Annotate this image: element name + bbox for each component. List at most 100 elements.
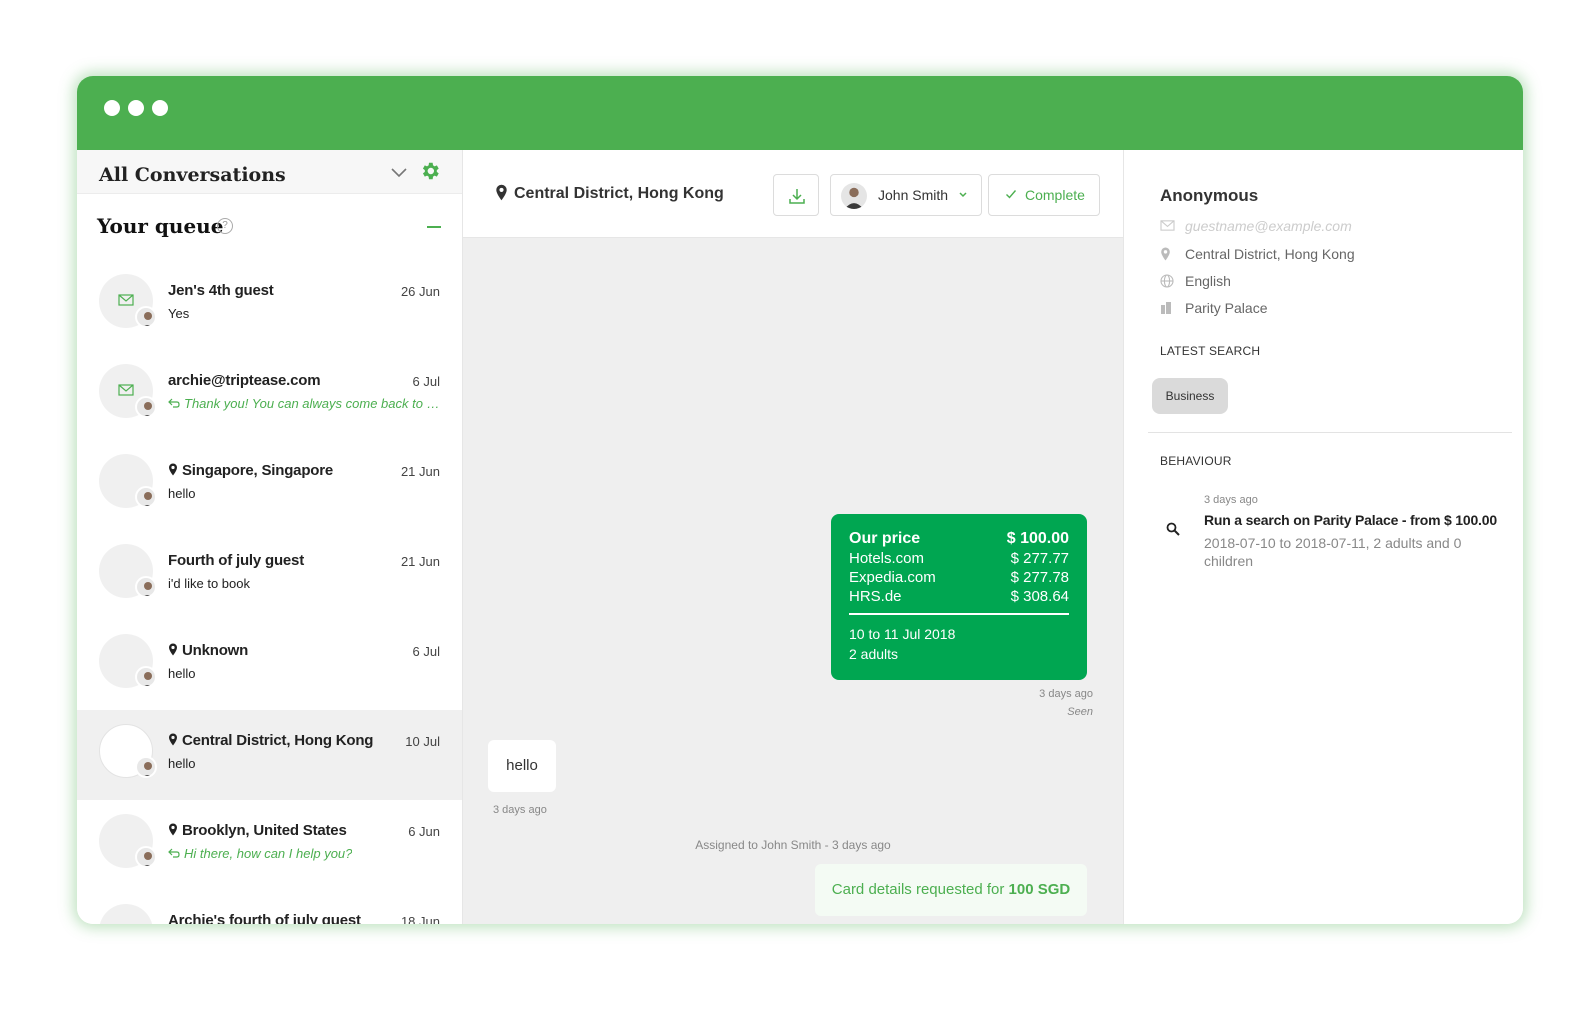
conversation-preview-text: Thank you! You can always come back to o…	[184, 396, 440, 411]
help-icon[interactable]: ?	[217, 218, 233, 234]
collapse-minus-icon[interactable]	[427, 226, 441, 228]
agent-avatar	[135, 756, 157, 778]
card-request-message: Card details requested for 100 SGD	[815, 864, 1087, 916]
agent-avatar	[135, 666, 157, 688]
conversations-filter-title[interactable]: All Conversations	[99, 164, 286, 186]
conversation-item[interactable]: Fourth of july guest 21 Jun i'd like to …	[77, 530, 462, 620]
conversation-item[interactable]: Unknown 6 Jul hello	[77, 620, 462, 710]
conversation-item[interactable]: Singapore, Singapore 21 Jun hello	[77, 440, 462, 530]
queue-title: Your queue	[97, 214, 224, 238]
chevron-down-icon	[959, 192, 967, 198]
pin-icon	[169, 463, 177, 476]
stay-guests: 2 adults	[849, 646, 899, 662]
conversation-date: 10 Jul	[405, 734, 440, 749]
outgoing-message-time: 3 days ago	[1039, 688, 1093, 700]
conversation-date: 6 Jul	[412, 374, 440, 389]
app-window: All Conversations Your queue ? Jen's 4th…	[77, 76, 1523, 924]
conversation-preview: hello	[168, 486, 196, 501]
guest-hotel-text: Parity Palace	[1185, 300, 1268, 316]
agent-avatar	[841, 183, 867, 209]
conversation-date: 6 Jun	[408, 824, 440, 839]
conversation-name: Unknown	[168, 642, 248, 659]
search-icon	[1166, 522, 1180, 536]
incoming-message-time: 3 days ago	[493, 804, 547, 816]
conversation-preview: hello	[168, 756, 196, 771]
download-icon	[789, 189, 805, 204]
price-value: $ 308.64	[1010, 588, 1069, 605]
conversation-name-text: Central District, Hong Kong	[182, 732, 374, 749]
price-label: Hotels.com	[849, 550, 925, 567]
conversation-list: Jen's 4th guest 26 Jun Yes archie@tripte…	[77, 260, 462, 924]
price-comparison-card: Our price $ 100.00 Hotels.com $ 277.77 Exp…	[831, 514, 1087, 680]
guest-name: Anonymous	[1160, 186, 1259, 205]
agent-avatar	[135, 306, 157, 328]
conversation-name: Singapore, Singapore	[168, 462, 333, 479]
download-button[interactable]	[773, 174, 819, 216]
conversation-item[interactable]: Archie's fourth of july guest 18 Jun	[77, 890, 462, 924]
agent-avatar	[135, 576, 157, 598]
conversation-item[interactable]: Jen's 4th guest 26 Jun Yes	[77, 260, 462, 350]
price-row: HRS.de $ 308.64	[849, 588, 1069, 605]
stay-dates: 10 to 11 Jul 2018	[849, 626, 956, 642]
conversation-date: 18 Jun	[400, 914, 440, 924]
search-tag-chip[interactable]: Business	[1152, 378, 1228, 414]
price-row: Our price $ 100.00	[849, 530, 1069, 548]
conversation-name-text: Singapore, Singapore	[182, 462, 334, 479]
conversation-item-active[interactable]: Central District, Hong Kong 10 Jul hello	[77, 710, 462, 800]
pin-icon	[1161, 247, 1170, 261]
conversation-preview: Hi there, how can I help you?	[168, 846, 352, 861]
behaviour-label: BEHAVIOUR	[1160, 454, 1232, 468]
mail-icon	[1160, 220, 1175, 231]
conversation-name: Central District, Hong Kong	[168, 732, 373, 749]
price-row: Expedia.com $ 277.78	[849, 569, 1069, 586]
conversation-preview: Yes	[168, 306, 190, 321]
card-request-amount: 100 SGD	[1008, 881, 1071, 898]
guest-details-panel: Anonymous guestname@example.com Central …	[1123, 150, 1523, 924]
price-label: Our price	[849, 530, 921, 547]
conversation-date: 26 Jun	[400, 284, 440, 299]
pin-icon	[169, 823, 177, 836]
card-request-text: Card details requested for	[831, 881, 1009, 898]
pin-icon	[169, 643, 177, 656]
conversation-name: Jen's 4th guest	[168, 282, 274, 299]
conversation-preview-text: Hi there, how can I help you?	[184, 846, 353, 861]
window-dot-close[interactable]	[104, 100, 120, 116]
seen-status: Seen	[1067, 706, 1093, 718]
title-bar	[77, 76, 1523, 150]
price-value: $ 277.78	[1010, 569, 1069, 586]
agent-name: John Smith	[878, 187, 949, 203]
assignment-event: Assigned to John Smith - 3 days ago	[695, 838, 891, 852]
guest-email-placeholder: guestname@example.com	[1185, 218, 1352, 234]
conversation-date: 21 Jun	[400, 554, 440, 569]
complete-button[interactable]: Complete	[988, 174, 1100, 216]
window-dot-maximize[interactable]	[152, 100, 168, 116]
conversation-item[interactable]: archie@triptease.com 6 Jul Thank you! Yo…	[77, 350, 462, 440]
chevron-down-icon[interactable]	[389, 162, 409, 182]
guest-location-text: Central District, Hong Kong	[1185, 246, 1355, 262]
conversation-preview: i'd like to book	[168, 576, 250, 591]
window-dot-minimize[interactable]	[128, 100, 144, 116]
reply-icon	[168, 848, 180, 858]
chat-location-text: Central District, Hong Kong	[514, 185, 724, 202]
conversation-name: Brooklyn, United States	[168, 822, 347, 839]
gear-icon[interactable]	[419, 160, 441, 182]
conversation-name-text: Unknown	[182, 642, 249, 659]
agent-avatar	[135, 846, 157, 868]
assign-agent-dropdown[interactable]: John Smith	[830, 174, 982, 216]
conversation-date: 6 Jul	[412, 644, 440, 659]
behaviour-description: 2018-07-10 to 2018-07-11, 2 adults and 0…	[1204, 535, 1462, 569]
price-value: $ 277.77	[1010, 550, 1069, 567]
mail-icon	[118, 294, 134, 306]
conversation-item[interactable]: Brooklyn, United States 6 Jun Hi there, …	[77, 800, 462, 890]
divider	[1148, 432, 1512, 433]
guest-avatar	[99, 904, 153, 924]
conversation-name: Fourth of july guest	[168, 552, 304, 569]
price-label: Expedia.com	[849, 569, 936, 586]
price-row: Hotels.com $ 277.77	[849, 550, 1069, 567]
agent-avatar	[135, 396, 157, 418]
complete-label: Complete	[1025, 187, 1085, 203]
building-icon	[1161, 302, 1171, 314]
behaviour-time: 3 days ago	[1204, 494, 1258, 506]
incoming-message-bubble: hello	[488, 740, 556, 792]
chat-header: Central District, Hong Kong John Smith C…	[463, 150, 1123, 238]
